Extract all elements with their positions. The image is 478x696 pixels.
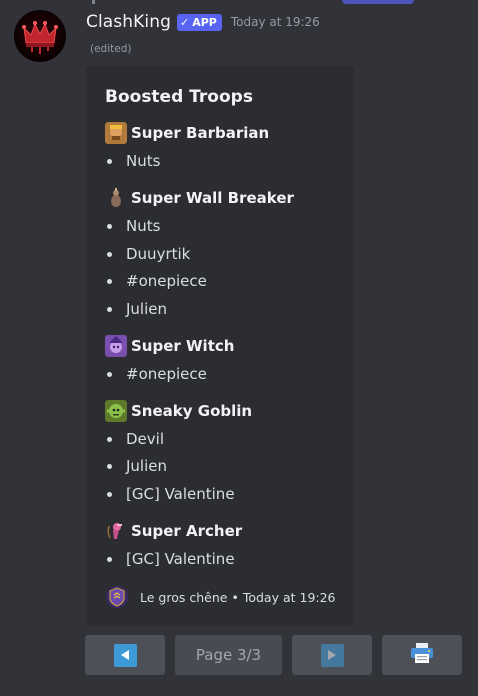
previous-page-button[interactable] [85,635,165,675]
reply-line [92,0,95,4]
member-name: #onepiece [126,365,207,383]
troop-name: Super Wall Breaker [131,189,294,207]
footer-clan-name: Le gros chêne [140,589,228,605]
troop-header: Sneaky Goblin [105,400,253,422]
super-archer-icon [105,520,127,542]
edited-indicator: (edited) [90,43,132,55]
list-item: #onepiece [107,364,207,384]
footer-timestamp: Today at 19:26 [242,589,336,605]
bullet [107,223,112,229]
list-item: Julien [107,299,167,319]
troop-name: Sneaky Goblin [131,402,253,420]
member-name: Devil [126,430,164,448]
embed-title: Boosted Troops [105,87,253,107]
footer-separator: • [231,589,239,605]
member-name: [GC] Valentine [126,550,235,568]
message-timestamp: Today at 19:26 [230,15,320,29]
super-barbarian-icon [105,122,127,144]
crown-logo-icon [22,21,58,54]
member-name: Julien [126,457,168,475]
app-badge: ✓ APP [176,13,222,31]
member-name: [GC] Valentine [126,485,235,503]
embed: Boosted Troops Super Barbarian Nuts Supe… [86,66,354,626]
troop-name: Super Barbarian [131,124,270,142]
member-name: Julien [126,300,168,318]
troop-header: Super Witch [105,335,235,357]
app-badge-label: APP [192,15,217,29]
member-name: Duuyrtik [126,245,191,263]
next-page-button[interactable] [292,635,372,675]
previous-arrow-icon [113,643,137,667]
message-header: ClashKing ✓ APP Today at 19:26 [86,10,320,34]
troop-name: Super Witch [131,337,235,355]
member-name: Nuts [126,152,161,170]
troop-name: Super Archer [131,522,243,540]
super-wall-breaker-icon [105,187,127,209]
list-item: Devil [107,429,164,449]
sneaky-goblin-icon [105,400,127,422]
list-item: Duuyrtik [107,244,190,264]
clan-badge-icon [105,585,129,609]
bullet [107,556,112,562]
next-arrow-icon [320,643,344,667]
list-item: Nuts [107,216,160,236]
list-item: Julien [107,456,167,476]
troop-header: Super Barbarian [105,122,270,144]
list-item: [GC] Valentine [107,484,235,504]
bullet [107,436,112,442]
bullet [107,251,112,257]
bullet [107,306,112,312]
super-witch-icon [105,335,127,357]
bullet [107,278,112,284]
printer-icon [410,642,434,668]
list-item: Nuts [107,151,160,171]
member-name: Nuts [126,217,161,235]
list-item: #onepiece [107,271,207,291]
embed-footer: Le gros chêne • Today at 19:26 [105,585,336,609]
troop-header: Super Archer [105,521,242,541]
page-indicator-button[interactable]: Page 3/3 [175,635,282,675]
print-button[interactable] [382,635,462,675]
previous-message-button-edge [342,0,414,4]
bullet [107,463,112,469]
username[interactable]: ClashKing [86,12,171,32]
checkmark-icon: ✓ [179,15,190,29]
bullet [107,491,112,497]
avatar[interactable] [14,10,66,62]
bullet [107,371,112,377]
list-item: [GC] Valentine [107,549,235,569]
bullet [107,158,112,164]
troop-header: Super Wall Breaker [105,188,294,208]
page-indicator-label: Page 3/3 [195,646,262,664]
member-name: #onepiece [126,272,207,290]
